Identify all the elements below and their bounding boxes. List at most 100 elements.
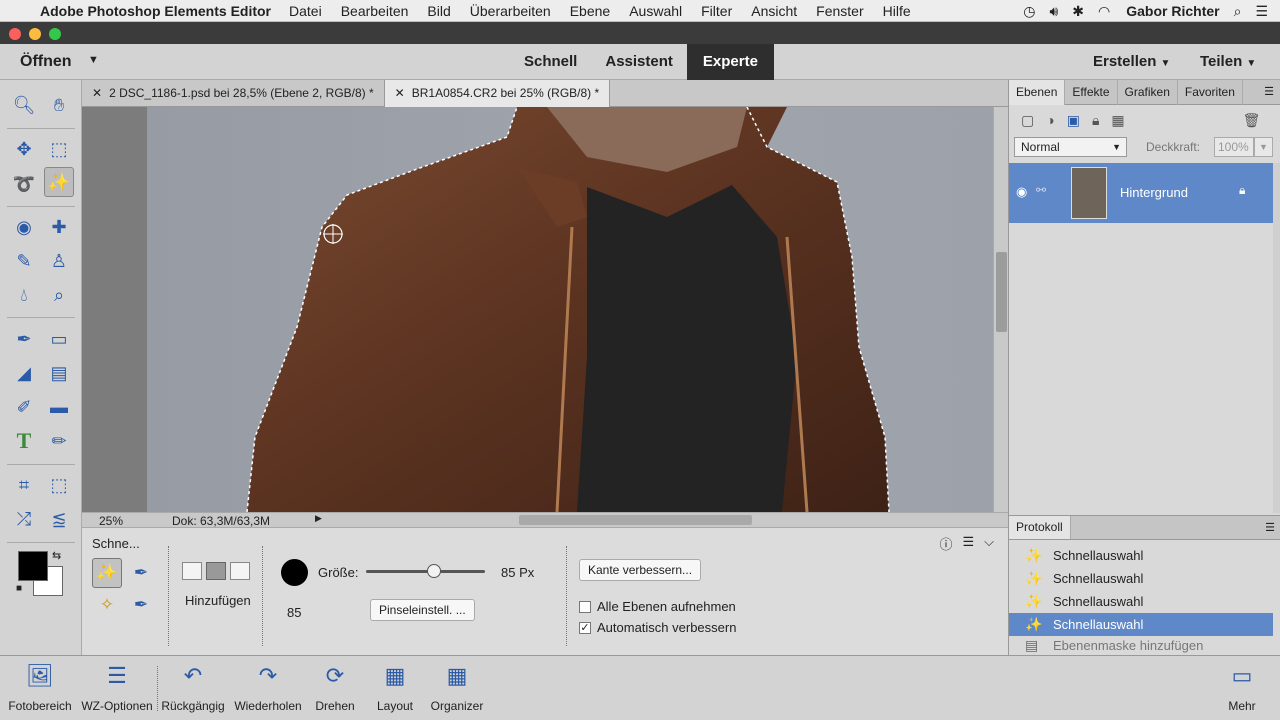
rectangular-marquee-icon[interactable]: ⬚ xyxy=(44,134,74,164)
status-menu-arrow-icon[interactable]: ▶ xyxy=(315,513,322,524)
shape-tool-icon[interactable]: ▬ xyxy=(44,392,74,422)
lock-all-icon[interactable]: 🔒︎ xyxy=(1092,112,1099,129)
menu-ueberarbeiten[interactable]: Überarbeiten xyxy=(470,3,551,19)
mode-expert[interactable]: Experte xyxy=(686,44,774,80)
subtract-from-selection-icon[interactable] xyxy=(230,562,250,580)
share-button[interactable]: Teilen ▼ xyxy=(1200,53,1256,70)
lock-transparency-icon[interactable]: ▦ xyxy=(1111,112,1124,129)
menu-auswahl[interactable]: Auswahl xyxy=(629,3,682,19)
vertical-scrollbar[interactable] xyxy=(993,107,1008,512)
red-eye-tool-icon[interactable]: ◉ xyxy=(9,212,39,242)
delete-layer-icon[interactable]: 🗑︎ xyxy=(1243,112,1261,129)
tool-options-button[interactable]: ☰ WZ-Optionen xyxy=(78,656,156,720)
hand-tool-icon[interactable]: ✋︎ xyxy=(44,90,74,120)
menu-filter[interactable]: Filter xyxy=(701,3,732,19)
visibility-eye-icon[interactable]: ◉ xyxy=(1016,184,1027,200)
layer-row[interactable]: ◉ ⚯ Hintergrund 🔒︎ xyxy=(1009,163,1273,223)
type-tool-icon[interactable]: T xyxy=(9,426,39,456)
history-item[interactable]: ✨ Schnellauswahl xyxy=(1009,590,1273,613)
brush-tool-icon[interactable]: ✒ xyxy=(9,324,39,354)
spot-healing-brush-icon[interactable]: ✚ xyxy=(44,212,74,242)
eraser-tool-icon[interactable]: ▭ xyxy=(44,324,74,354)
paint-bucket-icon[interactable]: ◢ xyxy=(9,358,39,388)
zoom-level[interactable]: 25% xyxy=(99,514,123,528)
history-menu-icon[interactable]: ☰ xyxy=(1265,521,1275,534)
sample-all-layers-checkbox[interactable] xyxy=(579,600,591,613)
minimize-window-button[interactable] xyxy=(29,28,41,40)
sponge-tool-icon[interactable]: ⌕ xyxy=(44,280,74,310)
selection-brush-icon[interactable]: ✒ xyxy=(126,558,156,588)
content-aware-move-icon[interactable]: ⤮ xyxy=(9,504,39,534)
size-slider[interactable] xyxy=(366,570,485,573)
blend-mode-select[interactable]: Normal ▼ xyxy=(1014,137,1127,157)
history-item[interactable]: ✨ Schnellauswahl xyxy=(1009,544,1273,567)
app-menu[interactable]: Adobe Photoshop Elements Editor xyxy=(40,3,271,19)
move-tool-icon[interactable]: ✥ xyxy=(9,134,39,164)
bluetooth-icon[interactable]: ✱ xyxy=(1072,3,1084,20)
adjustment-layer-icon[interactable]: ◑ xyxy=(1046,112,1054,128)
menu-datei[interactable]: Datei xyxy=(289,3,322,19)
recompose-tool-icon[interactable]: ⬚ xyxy=(44,470,74,500)
straighten-tool-icon[interactable]: ⪍ xyxy=(44,504,74,534)
rotate-button[interactable]: ⟳ Drehen xyxy=(310,656,360,720)
spotlight-search-icon[interactable]: ⌕ xyxy=(1234,3,1242,20)
document-tab-active[interactable]: ✕ BR1A0854.CR2 bei 25% (RGB/8) * xyxy=(384,80,611,107)
mode-guided[interactable]: Assistent xyxy=(591,44,687,80)
opacity-dropdown-icon[interactable]: ▼ xyxy=(1254,137,1273,157)
layer-mask-icon[interactable]: ▣ xyxy=(1067,112,1080,129)
foreground-color-swatch[interactable] xyxy=(18,551,48,581)
document-tab[interactable]: ✕ 2 DSC_1186-1.psd bei 28,5% (Ebene 2, RG… xyxy=(82,80,385,107)
layer-name[interactable]: Hintergrund xyxy=(1120,185,1188,200)
tab-effekte[interactable]: Effekte xyxy=(1065,80,1118,105)
refine-edge-button[interactable]: Kante verbessern... xyxy=(579,559,702,581)
tab-ebenen[interactable]: Ebenen xyxy=(1009,80,1066,105)
notification-center-icon[interactable]: ☰ xyxy=(1255,3,1268,20)
opacity-field[interactable]: 100% xyxy=(1214,137,1254,157)
close-window-button[interactable] xyxy=(9,28,21,40)
menu-hilfe[interactable]: Hilfe xyxy=(883,3,911,19)
brush-settings-button[interactable]: Pinseleinstell. ... xyxy=(370,599,475,621)
tab-grafiken[interactable]: Grafiken xyxy=(1118,80,1178,105)
tab-protokoll[interactable]: Protokoll xyxy=(1009,516,1071,539)
blur-tool-icon[interactable]: 💧︎ xyxy=(9,280,39,310)
photo-bin-button[interactable]: 🖼︎ Fotobereich xyxy=(4,656,76,720)
lasso-tool-icon[interactable]: ➰ xyxy=(9,169,39,199)
swap-colors-icon[interactable]: ⇆ xyxy=(52,549,61,562)
menu-bild[interactable]: Bild xyxy=(427,3,450,19)
history-item[interactable]: ✨ Schnellauswahl xyxy=(1009,567,1273,590)
close-icon[interactable]: ✕ xyxy=(92,86,102,100)
new-layer-icon[interactable]: ▢ xyxy=(1021,112,1034,129)
link-icon[interactable]: ⚯ xyxy=(1036,183,1046,197)
help-icon[interactable]: ⓘ xyxy=(939,534,952,553)
user-name[interactable]: Gabor Richter xyxy=(1126,3,1219,19)
panel-menu-icon[interactable]: ☰ xyxy=(1264,85,1274,98)
magic-wand-icon[interactable]: ✧ xyxy=(92,590,122,620)
time-machine-icon[interactable]: ◷ xyxy=(1023,3,1035,20)
vertical-scroll-thumb[interactable] xyxy=(996,252,1007,332)
open-dropdown-icon[interactable]: ▼ xyxy=(88,54,99,66)
more-button[interactable]: ▭ Mehr xyxy=(1222,656,1262,720)
menu-fenster[interactable]: Fenster xyxy=(816,3,863,19)
history-item-selected[interactable]: ✨ Schnellauswahl xyxy=(1009,613,1273,636)
quick-selection-icon[interactable]: ✨ xyxy=(92,558,122,588)
tab-favoriten[interactable]: Favoriten xyxy=(1178,80,1243,105)
create-button[interactable]: Erstellen ▼ xyxy=(1093,53,1170,70)
default-colors-icon[interactable]: ■ xyxy=(16,583,22,594)
open-button[interactable]: Öffnen xyxy=(20,53,72,71)
history-item-undone[interactable]: ▤ Ebenenmaske hinzufügen xyxy=(1009,636,1273,655)
collapse-chevron-icon[interactable]: ⌵ xyxy=(984,534,994,553)
canvas[interactable] xyxy=(82,107,993,512)
options-menu-icon[interactable]: ☰ xyxy=(962,534,974,553)
pencil-tool-icon[interactable]: ✏ xyxy=(44,426,74,456)
size-slider-handle[interactable] xyxy=(427,564,441,578)
menu-ansicht[interactable]: Ansicht xyxy=(751,3,797,19)
crop-tool-icon[interactable]: ⌗ xyxy=(9,470,39,500)
volume-icon[interactable]: 🔊︎ xyxy=(1049,3,1058,20)
menu-bearbeiten[interactable]: Bearbeiten xyxy=(341,3,409,19)
eyedropper-tool-icon[interactable]: ✐ xyxy=(9,392,39,422)
undo-button[interactable]: ↶ Rückgängig xyxy=(158,656,228,720)
close-icon[interactable]: ✕ xyxy=(395,86,405,100)
zoom-window-button[interactable] xyxy=(49,28,61,40)
brush-preview-icon[interactable] xyxy=(281,559,308,586)
sample-all-layers-row[interactable]: Alle Ebenen aufnehmen xyxy=(579,599,736,614)
